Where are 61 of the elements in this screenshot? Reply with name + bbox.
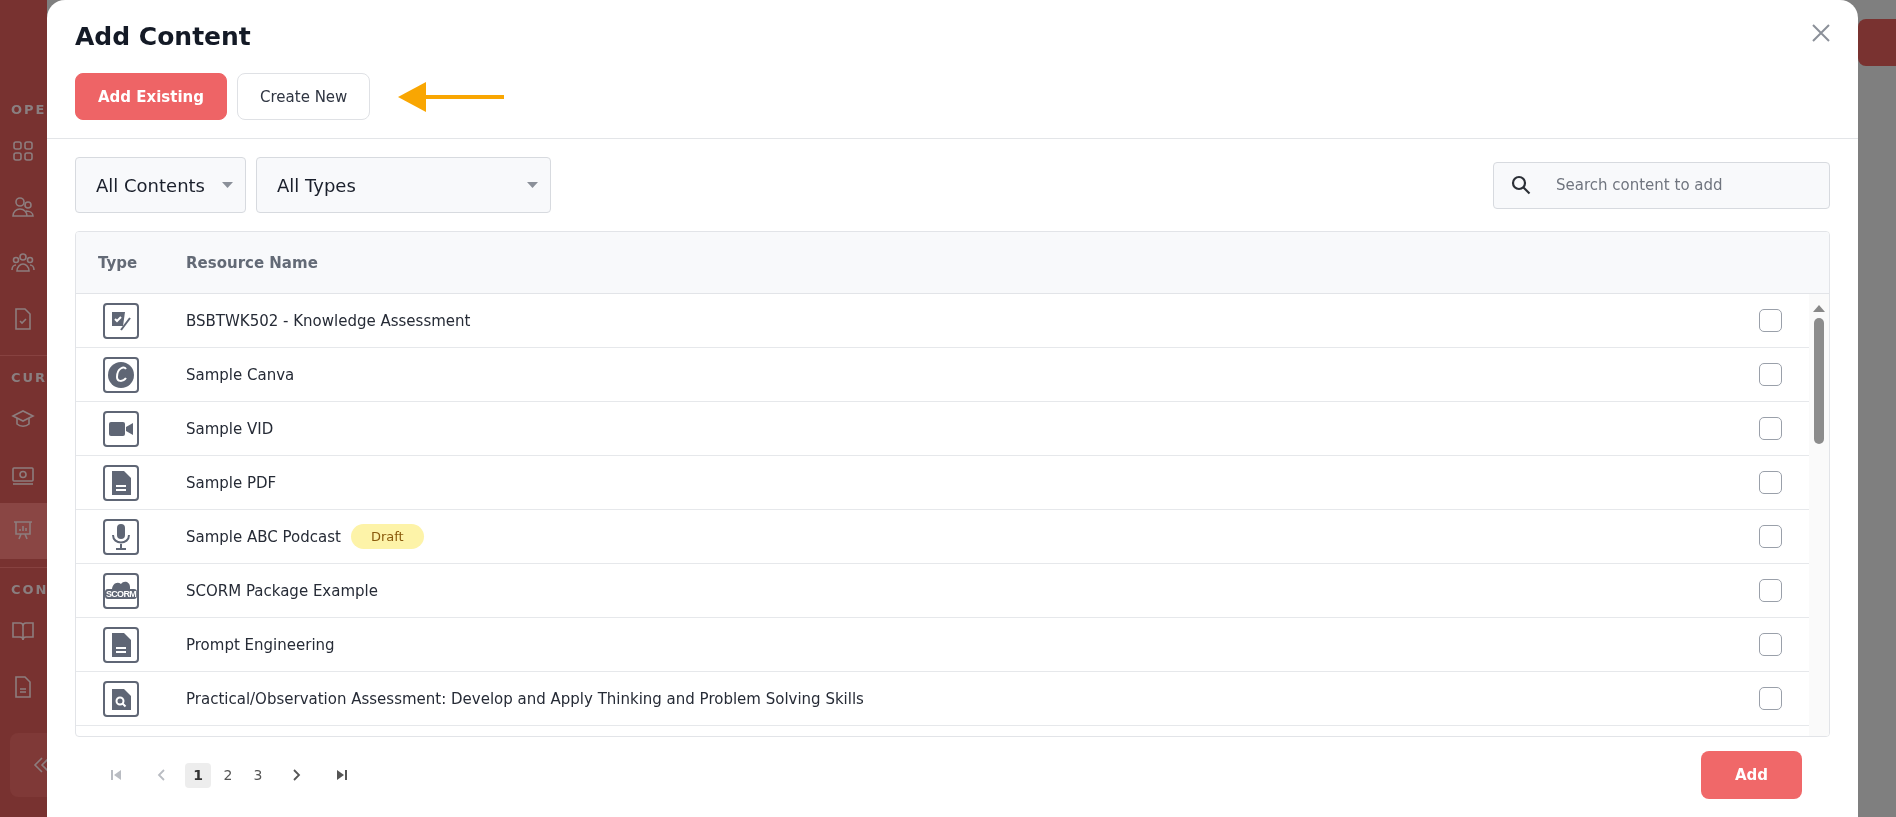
double-chevron-icon [32,755,47,775]
book-icon [11,619,35,643]
chevron-left-icon [157,769,167,781]
last-page-icon [336,769,348,781]
page-button[interactable]: 1 [185,762,211,788]
table-row[interactable]: Sample VID [76,402,1809,456]
chevron-right-icon [291,769,301,781]
resource-name: Practical/Observation Assessment: Develop and Apply Thinking and Problem Solving Skills [186,689,864,708]
microphone-icon [103,518,139,555]
close-button[interactable] [1812,24,1830,42]
search-icon [1511,174,1531,195]
users-icon [11,195,35,219]
video-camera-icon [103,410,139,447]
cloud-icon: SCORM [103,572,139,609]
checklist-pen-icon [103,302,139,339]
resource-name: Sample PDF [186,473,277,492]
tab[interactable]: Create New [237,73,371,120]
column-header: Type [97,253,139,272]
resource-name: Sample ABC Podcast [186,527,341,546]
resource-name: SCORM Package Example [186,581,378,600]
caret-icon [222,182,233,188]
search-document-icon [103,680,139,717]
table-row[interactable]: BSBTWK502 - Knowledge Assessment [76,294,1809,348]
section-label: CUR [10,369,47,387]
filter-dropdown[interactable]: All Contents [75,157,246,213]
page-button[interactable]: 3 [245,762,271,788]
row-checkbox[interactable] [1759,471,1782,494]
close-icon [1812,24,1830,42]
row-checkbox[interactable] [1759,525,1782,548]
row-checkbox[interactable] [1759,687,1782,710]
sidebar-item[interactable] [0,503,47,559]
document-icon [103,464,139,501]
resource-name: BSBTWK502 - Knowledge Assessment [186,311,471,330]
table-row[interactable]: Practical/Observation Assessment: Develop and Apply Thinking and Problem Solving Skills [76,672,1809,726]
table-row[interactable]: Sample Canva [76,348,1809,402]
table-row[interactable]: Sample ABC Podcast Draft [76,510,1809,564]
group-icon [11,251,35,275]
column-header: Resource Name [186,253,319,272]
resource-name: Sample Canva [186,365,295,384]
row-checkbox[interactable] [1759,579,1782,602]
resource-name: Prompt Engineering [186,635,335,654]
filter-dropdown[interactable]: All Types [256,157,551,213]
table-row[interactable]: SCORM SCORM Package Example [76,564,1809,618]
table-row[interactable]: Prompt Engineering [76,618,1809,672]
caret-icon [527,182,538,188]
row-checkbox[interactable] [1759,633,1782,656]
section-label: OPE [10,101,47,119]
status-badge: Draft [350,524,424,549]
dialog-title: Add Content [75,22,251,51]
grid-icon [11,139,35,163]
document-icon [103,626,139,663]
search-field[interactable]: Search content to add [1493,161,1830,209]
section-label: CON [10,581,47,599]
table-row[interactable]: Sample PDF [76,456,1809,510]
resource-name: Sample VID [186,419,274,438]
scrollbar[interactable] [1809,294,1829,736]
first-page-icon [110,769,122,781]
row-checkbox[interactable] [1759,417,1782,440]
row-checkbox[interactable] [1759,363,1782,386]
row-checkbox[interactable] [1759,309,1782,332]
page-button[interactable]: 2 [215,762,241,788]
